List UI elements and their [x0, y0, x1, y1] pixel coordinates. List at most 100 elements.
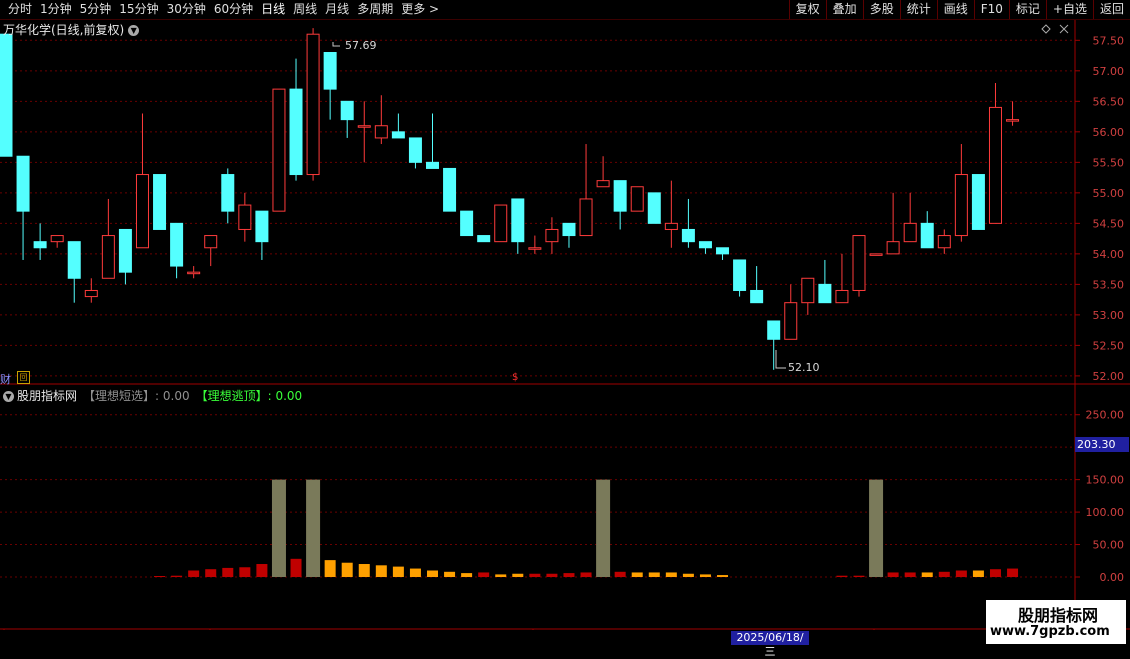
indicator-bar: [290, 558, 302, 577]
stock-title: 万华化学(日线,前复权): [3, 23, 125, 37]
period-tab[interactable]: 5分钟: [76, 1, 116, 18]
y-tick-label: 55.00: [1093, 187, 1125, 200]
toolbar-button[interactable]: 返回: [1092, 0, 1130, 19]
indicator-bar: [341, 562, 353, 577]
indicator-bar: [887, 572, 899, 577]
y-tick-label: 56.00: [1093, 126, 1125, 139]
y-tick-label: 53.50: [1093, 278, 1125, 291]
candle-body: [886, 241, 900, 255]
indicator-item-short-pick: 【理想短选】: 0.00: [83, 389, 190, 403]
y-tick-label: 55.50: [1093, 156, 1125, 169]
finance-marker[interactable]: 财: [0, 371, 11, 387]
period-tab[interactable]: 月线: [321, 1, 353, 18]
indicator-bar: [596, 479, 611, 577]
candle-body: [306, 33, 320, 176]
indicator-item-escape-top: 【理想逃顶】: 0.00: [195, 389, 303, 403]
watermark-url: www.7gpzb.com: [990, 624, 1110, 639]
candle-body: [204, 235, 218, 249]
candle-body: [767, 320, 781, 340]
indicator-bar: [427, 570, 438, 577]
period-tab[interactable]: 周线: [289, 1, 321, 18]
candle-body: [920, 222, 934, 249]
y-tick-label: 100.00: [1086, 506, 1125, 519]
candle-body: [698, 241, 712, 249]
candle-body: [903, 222, 917, 243]
period-tab[interactable]: 分时: [4, 1, 36, 18]
candle-body: [67, 241, 81, 279]
candle-body: [477, 235, 491, 243]
indicator-bar: [648, 572, 660, 577]
y-tick-label: 57.50: [1093, 34, 1125, 47]
y-tick-label: 0.00: [1100, 571, 1125, 584]
current-value-badge: 203.30: [1075, 437, 1129, 452]
candle-body: [852, 235, 866, 291]
candle-body: [630, 186, 644, 212]
candle-body: [170, 222, 184, 267]
y-tick-label: 52.50: [1093, 339, 1125, 352]
candle-body: [118, 228, 132, 273]
price-chart[interactable]: 52.00 52.50 53.00 53.50 54.00 54.50 55.00 55.50…: [0, 20, 1130, 630]
current-date-badge: 2025/06/18/三: [731, 631, 809, 658]
indicator-bar: [461, 573, 473, 577]
indicator-bar: [375, 565, 387, 577]
indicator-bar: [938, 571, 950, 577]
toolbar-button[interactable]: 多股: [862, 0, 900, 19]
high-pointer: [332, 42, 340, 47]
candle-body: [750, 289, 764, 304]
chevron-down-icon[interactable]: ▼: [3, 391, 14, 402]
candle-body: [494, 204, 508, 243]
candle-body: [818, 283, 832, 304]
candle-body: [869, 253, 883, 256]
indicator-bar: [631, 572, 643, 577]
indicator-name: 股朋指标网: [17, 389, 78, 403]
candle-body: [289, 88, 303, 176]
y-tick-label: 57.00: [1093, 65, 1125, 78]
main-panel-title[interactable]: 万华化学(日线,前复权) ▼: [3, 21, 140, 38]
dollar-marker[interactable]: $: [512, 372, 518, 383]
candle-body: [340, 100, 354, 121]
indicator-bar: [665, 572, 677, 577]
period-tab[interactable]: 30分钟: [163, 1, 210, 18]
indicator-bar: [271, 479, 286, 577]
indicator-bar: [306, 479, 321, 577]
period-tab[interactable]: 15分钟: [115, 1, 162, 18]
candle-body: [0, 33, 13, 157]
toolbar-button[interactable]: +自选: [1045, 0, 1093, 19]
period-tab[interactable]: 1分钟: [36, 1, 76, 18]
period-tab[interactable]: 日线: [257, 1, 289, 18]
indicator-bar: [256, 564, 268, 577]
toolbar-button[interactable]: 统计: [899, 0, 937, 19]
indicator-bar: [495, 574, 507, 577]
candle-body: [357, 125, 371, 128]
chevron-down-icon[interactable]: ▼: [128, 25, 140, 36]
candle-body: [426, 161, 439, 169]
indicator-bar: [222, 567, 234, 577]
candle-body: [733, 259, 747, 291]
toolbar: 分时 1分钟 5分钟 15分钟 30分钟 60分钟 日线 周线 月线 多周期 更多 > 复权 叠加 多股…: [0, 0, 1130, 20]
toolbar-button[interactable]: 画线: [936, 0, 974, 19]
period-tab[interactable]: 60分钟: [210, 1, 257, 18]
candle-body: [135, 174, 149, 249]
toolbar-button[interactable]: 复权: [788, 0, 826, 19]
y-tick-label: 52.00: [1093, 370, 1125, 383]
indicator-bar: [409, 568, 421, 577]
y-tick-label: 250.00: [1086, 409, 1125, 422]
y-tick-label: 50.00: [1093, 539, 1125, 552]
toolbar-button[interactable]: 叠加: [825, 0, 863, 19]
indicator-bar: [904, 572, 916, 577]
return-marker[interactable]: 回: [17, 371, 30, 384]
candle-body: [716, 247, 730, 255]
candle-body: [408, 137, 422, 163]
candle-body: [238, 204, 252, 230]
indicator-bar: [717, 575, 729, 577]
candle-body: [511, 198, 525, 243]
candle-body: [647, 192, 661, 224]
candle-body: [443, 167, 457, 212]
period-tab[interactable]: 多周期: [353, 1, 397, 18]
candle-body: [33, 241, 47, 249]
toolbar-button[interactable]: 标记: [1008, 0, 1046, 19]
toolbar-button[interactable]: F10: [973, 0, 1009, 19]
low-pointer: [775, 350, 786, 369]
period-tab[interactable]: 更多 >: [397, 1, 443, 18]
candle-body: [801, 277, 815, 304]
